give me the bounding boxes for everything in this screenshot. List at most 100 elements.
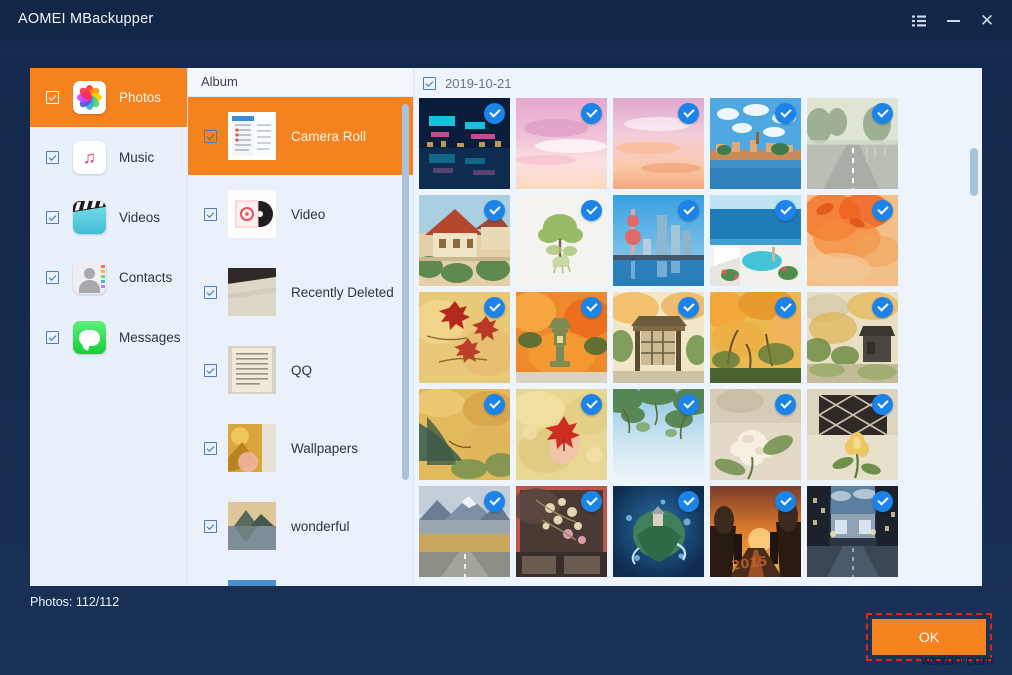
photo-panel: 2019-10-21 <box>413 68 982 586</box>
window-controls: ✕ <box>902 0 1004 41</box>
album-item-wonderful[interactable]: wonderful <box>188 487 413 565</box>
photo-check-badge[interactable] <box>581 491 602 512</box>
photo-check-badge[interactable] <box>484 103 505 124</box>
photo-thumb-lakeside-town[interactable] <box>710 98 801 189</box>
photo-thumb-hillside-house[interactable] <box>419 195 510 286</box>
photo-check-badge[interactable] <box>872 394 893 415</box>
photo-thumb-pink-clouds[interactable] <box>516 98 607 189</box>
photo-check-badge[interactable] <box>872 103 893 124</box>
photo-thumb-sunset-street[interactable]: 2015 <box>710 486 801 577</box>
album-item-qq[interactable]: QQ <box>188 331 413 409</box>
photo-check-badge[interactable] <box>484 394 505 415</box>
checkbox-wallpapers[interactable] <box>204 442 217 455</box>
ok-button[interactable]: OK <box>872 619 986 655</box>
photo-thumb-seaside-pool[interactable] <box>710 195 801 286</box>
photo-thumb-neon-city[interactable] <box>419 98 510 189</box>
photo-check-badge[interactable] <box>775 491 796 512</box>
photo-check-badge[interactable] <box>678 103 699 124</box>
photo-check-badge[interactable] <box>872 200 893 221</box>
album-list: Camera Roll Video <box>188 97 413 586</box>
photo-check-badge[interactable] <box>484 491 505 512</box>
photo-check-badge[interactable] <box>872 297 893 318</box>
sidebar-label-music: Music <box>119 150 154 165</box>
photo-scrollbar[interactable] <box>972 68 980 586</box>
checkbox-contacts[interactable] <box>46 271 59 284</box>
photo-check-badge[interactable] <box>775 297 796 318</box>
photo-thumb-city-street-dusk[interactable] <box>807 486 898 577</box>
checkbox-camera-roll[interactable] <box>204 130 217 143</box>
photo-check-badge[interactable] <box>775 200 796 221</box>
album-thumb-wonderful <box>228 502 276 550</box>
photo-check-badge[interactable] <box>581 200 602 221</box>
checkbox-qq[interactable] <box>204 364 217 377</box>
menu-list-button[interactable] <box>902 6 936 36</box>
album-item-partial[interactable] <box>188 565 413 586</box>
photo-thumb-white-flowers[interactable] <box>710 389 801 480</box>
photo-scrollbar-thumb[interactable] <box>970 148 978 196</box>
photo-thumb-tree-sketch[interactable] <box>516 195 607 286</box>
album-item-recently-deleted[interactable]: Recently Deleted <box>188 253 413 331</box>
album-thumb-partial <box>228 580 276 586</box>
photo-thumb-stone-lantern[interactable] <box>516 292 607 383</box>
photo-check-badge[interactable] <box>484 297 505 318</box>
checkbox-wonderful[interactable] <box>204 520 217 533</box>
checkbox-video[interactable] <box>204 208 217 221</box>
checkbox-music[interactable] <box>46 151 59 164</box>
album-label-qq: QQ <box>291 363 312 378</box>
photo-check-badge[interactable] <box>581 103 602 124</box>
sidebar-item-music[interactable]: ♫ Music <box>30 128 187 187</box>
photo-thumb-mountain-road[interactable] <box>419 486 510 577</box>
photo-thumb-autumn-hillside[interactable] <box>419 389 510 480</box>
album-item-wallpapers[interactable]: Wallpapers <box>188 409 413 487</box>
date-group-header[interactable]: 2019-10-21 <box>414 68 982 98</box>
photo-thumb-shanghai-skyline[interactable] <box>613 195 704 286</box>
photo-thumb-yellow-rose[interactable] <box>807 389 898 480</box>
checkbox-messages[interactable] <box>46 331 59 344</box>
minimize-button[interactable] <box>936 6 970 36</box>
photo-thumb-hand-red-leaf[interactable] <box>516 389 607 480</box>
album-label-wonderful: wonderful <box>291 519 350 534</box>
sidebar-item-videos[interactable]: Videos <box>30 188 187 247</box>
music-icon: ♫ <box>73 141 106 174</box>
photo-check-badge[interactable] <box>678 200 699 221</box>
sidebar-item-contacts[interactable]: Contacts <box>30 248 187 307</box>
photo-check-badge[interactable] <box>581 394 602 415</box>
sidebar-item-messages[interactable]: Messages <box>30 308 187 367</box>
photo-thumb-orange-sunset[interactable] <box>613 98 704 189</box>
checkbox-date-group[interactable] <box>423 77 436 90</box>
photo-thumb-garden-shed[interactable] <box>807 292 898 383</box>
list-icon <box>912 15 926 27</box>
app-title: AOMEI MBackupper <box>18 11 153 27</box>
photo-check-badge[interactable] <box>581 297 602 318</box>
photo-thumb-orange-leaves[interactable] <box>807 195 898 286</box>
album-item-video[interactable]: Video <box>188 175 413 253</box>
album-thumb-wallpapers <box>228 424 276 472</box>
photo-thumb-japanese-gate[interactable] <box>613 292 704 383</box>
album-thumb-recently-deleted <box>228 268 276 316</box>
app-window: AOMEI MBackupper ✕ <box>0 0 1012 675</box>
album-scrollbar-thumb[interactable] <box>402 104 409 480</box>
checkbox-recently-deleted[interactable] <box>204 286 217 299</box>
checkbox-videos[interactable] <box>46 211 59 224</box>
photo-thumb-floating-island[interactable] <box>613 486 704 577</box>
photo-thumb-tree-lined-road[interactable] <box>807 98 898 189</box>
album-scrollbar[interactable] <box>404 68 411 586</box>
sidebar-item-photos[interactable]: Photos <box>30 68 187 127</box>
photo-check-badge[interactable] <box>775 103 796 124</box>
photo-thumb-sky-through-trees[interactable] <box>613 389 704 480</box>
photo-check-badge[interactable] <box>484 200 505 221</box>
photo-thumb-autumn-trees[interactable] <box>710 292 801 383</box>
photo-thumb-maple-leaves[interactable] <box>419 292 510 383</box>
content-area: Photos ♫ Music Videos Conta <box>30 68 982 586</box>
photos-icon <box>73 81 106 114</box>
photo-check-badge[interactable] <box>872 491 893 512</box>
photo-thumb-blossom-branch[interactable] <box>516 486 607 577</box>
photo-check-badge[interactable] <box>678 394 699 415</box>
photo-check-badge[interactable] <box>678 491 699 512</box>
checkbox-photos[interactable] <box>46 91 59 104</box>
photo-check-badge[interactable] <box>775 394 796 415</box>
photo-check-badge[interactable] <box>678 297 699 318</box>
close-button[interactable]: ✕ <box>970 6 1004 36</box>
album-item-camera-roll[interactable]: Camera Roll <box>188 97 413 175</box>
album-label-wallpapers: Wallpapers <box>291 441 358 456</box>
